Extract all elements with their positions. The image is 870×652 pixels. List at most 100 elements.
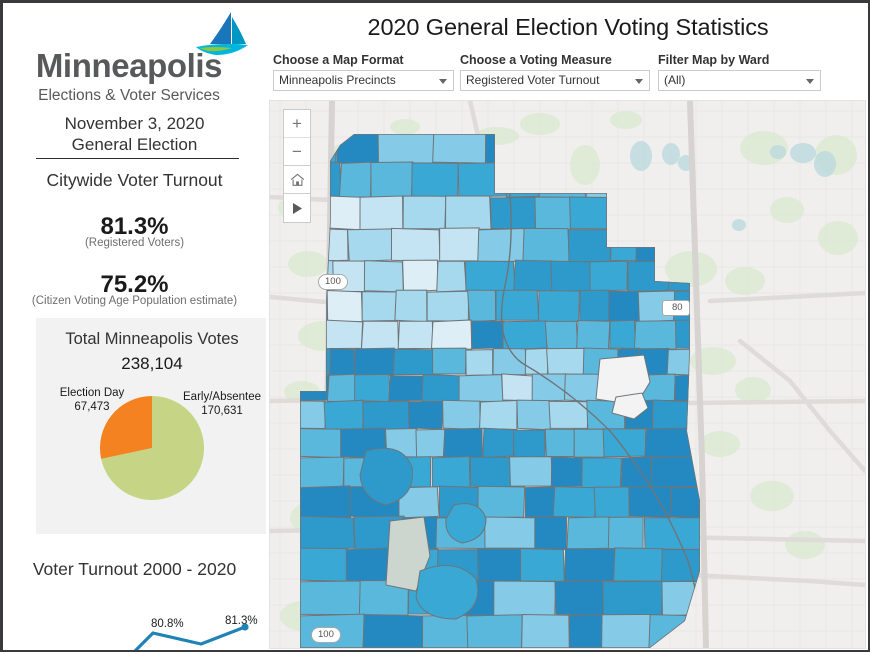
precinct-polygon[interactable] xyxy=(363,260,404,293)
precinct-polygon[interactable] xyxy=(544,320,579,350)
precinct-polygon[interactable] xyxy=(501,373,535,402)
precinct-polygon[interactable] xyxy=(477,485,526,519)
map-zoom-controls[interactable]: + − xyxy=(283,109,311,223)
precinct-polygon[interactable] xyxy=(554,580,604,616)
precinct-polygon[interactable] xyxy=(298,580,361,616)
precinct-polygon[interactable] xyxy=(297,428,344,459)
precinct-polygon[interactable] xyxy=(576,319,611,351)
precinct-polygon[interactable] xyxy=(390,227,441,263)
precinct-polygon[interactable] xyxy=(329,347,355,377)
precinct-polygon[interactable] xyxy=(567,229,611,263)
precinct-polygon[interactable] xyxy=(602,428,647,458)
precinct-polygon[interactable] xyxy=(537,290,581,323)
precinct-polygon[interactable] xyxy=(489,196,537,230)
precinct-polygon[interactable] xyxy=(402,195,447,230)
precinct-polygon[interactable] xyxy=(326,373,357,402)
precinct-polygon[interactable] xyxy=(516,399,552,431)
precinct-polygon[interactable] xyxy=(502,320,548,351)
precinct-polygon[interactable] xyxy=(643,517,700,551)
precinct-polygon[interactable] xyxy=(392,348,435,376)
precinct-polygon[interactable] xyxy=(633,320,678,350)
precinct-polygon[interactable] xyxy=(345,547,391,582)
ward-filter-select[interactable]: (All) xyxy=(658,70,821,91)
precinct-map[interactable]: + − 100 100 80 xyxy=(269,100,866,649)
precinct-polygon[interactable] xyxy=(354,373,391,403)
precinct-polygon[interactable] xyxy=(359,195,404,231)
precinct-polygon[interactable] xyxy=(442,399,481,431)
precinct-polygon[interactable] xyxy=(608,290,641,323)
precinct-polygon[interactable] xyxy=(426,290,470,322)
precinct-polygon[interactable] xyxy=(421,373,461,403)
turnout-trend-chart[interactable] xyxy=(23,603,266,652)
precinct-polygon[interactable] xyxy=(445,195,492,231)
precinct-polygon[interactable] xyxy=(297,456,345,489)
precinct-polygon[interactable] xyxy=(593,486,630,518)
precinct-polygon[interactable] xyxy=(566,516,611,550)
precinct-polygon[interactable] xyxy=(439,227,480,262)
precinct-polygon[interactable] xyxy=(431,455,471,488)
precinct-polygon[interactable] xyxy=(432,347,467,375)
precinct-polygon[interactable] xyxy=(660,548,700,583)
precinct-polygon[interactable] xyxy=(613,547,664,582)
precinct-polygon[interactable] xyxy=(326,289,363,323)
precinct-polygon[interactable] xyxy=(579,289,612,322)
precinct-polygon[interactable] xyxy=(464,260,516,293)
precinct-polygon[interactable] xyxy=(323,319,364,350)
precinct-polygon[interactable] xyxy=(353,347,395,377)
precinct-polygon[interactable] xyxy=(602,580,664,616)
precinct-polygon[interactable] xyxy=(563,548,616,582)
precinct-polygon[interactable] xyxy=(407,401,444,430)
precinct-polygon[interactable] xyxy=(323,399,364,431)
precinct-polygon[interactable] xyxy=(298,547,349,582)
precinct-polygon[interactable] xyxy=(338,161,372,198)
precinct-polygon[interactable] xyxy=(362,613,425,648)
precinct-polygon[interactable] xyxy=(569,196,610,230)
precinct-polygon[interactable] xyxy=(477,548,522,583)
precinct-polygon[interactable] xyxy=(534,196,572,231)
precinct-polygon[interactable] xyxy=(465,349,494,376)
map-format-select[interactable]: Minneapolis Precincts xyxy=(273,70,454,91)
precinct-polygon[interactable] xyxy=(581,457,623,489)
precinct-polygon[interactable] xyxy=(458,374,504,403)
precinct-polygon[interactable] xyxy=(563,373,601,403)
precinct-polygon[interactable] xyxy=(467,289,497,323)
precinct-polygon[interactable] xyxy=(513,429,546,459)
precinct-polygon[interactable] xyxy=(297,485,352,518)
zoom-out-icon[interactable]: − xyxy=(284,138,310,166)
precinct-polygon[interactable] xyxy=(421,614,469,648)
precinct-polygon[interactable] xyxy=(394,289,428,323)
precinct-polygon[interactable] xyxy=(362,400,410,431)
precinct-polygon[interactable] xyxy=(493,580,557,617)
map-canvas[interactable] xyxy=(270,101,865,648)
chevron-down-icon[interactable] xyxy=(439,79,447,84)
precinct-polygon[interactable] xyxy=(522,227,570,263)
precinct-polygon[interactable] xyxy=(549,260,592,293)
precinct-polygon[interactable] xyxy=(484,516,537,549)
voting-measure-select[interactable]: Registered Voter Turnout xyxy=(460,70,650,91)
precinct-polygon[interactable] xyxy=(471,320,505,350)
precinct-polygon[interactable] xyxy=(546,347,585,377)
precinct-polygon[interactable] xyxy=(509,456,553,487)
precinct-polygon[interactable] xyxy=(443,427,483,459)
precinct-polygon[interactable] xyxy=(519,548,565,582)
precinct-polygon[interactable] xyxy=(415,565,479,620)
precinct-polygon[interactable] xyxy=(469,456,511,489)
zoom-in-icon[interactable]: + xyxy=(284,110,310,138)
precinct-polygon[interactable] xyxy=(477,228,526,262)
precinct-polygon[interactable] xyxy=(534,516,568,551)
precinct-polygon[interactable] xyxy=(524,486,556,518)
precinct-polygon[interactable] xyxy=(609,319,637,349)
votes-pie-chart[interactable] xyxy=(92,388,212,508)
precinct-polygon[interactable] xyxy=(550,456,583,488)
pie-slice[interactable] xyxy=(99,396,152,459)
precinct-polygon[interactable] xyxy=(430,319,473,350)
precinct-polygon[interactable] xyxy=(589,260,628,292)
home-icon[interactable] xyxy=(284,166,310,194)
precinct-polygon[interactable] xyxy=(388,375,425,402)
precinct-polygon[interactable] xyxy=(607,516,644,550)
precinct-polygon[interactable] xyxy=(544,428,575,458)
precinct-polygon[interactable] xyxy=(327,195,362,231)
precinct-polygon[interactable] xyxy=(436,260,467,293)
precinct-polygon[interactable] xyxy=(361,291,398,322)
chevron-down-icon[interactable] xyxy=(806,79,814,84)
